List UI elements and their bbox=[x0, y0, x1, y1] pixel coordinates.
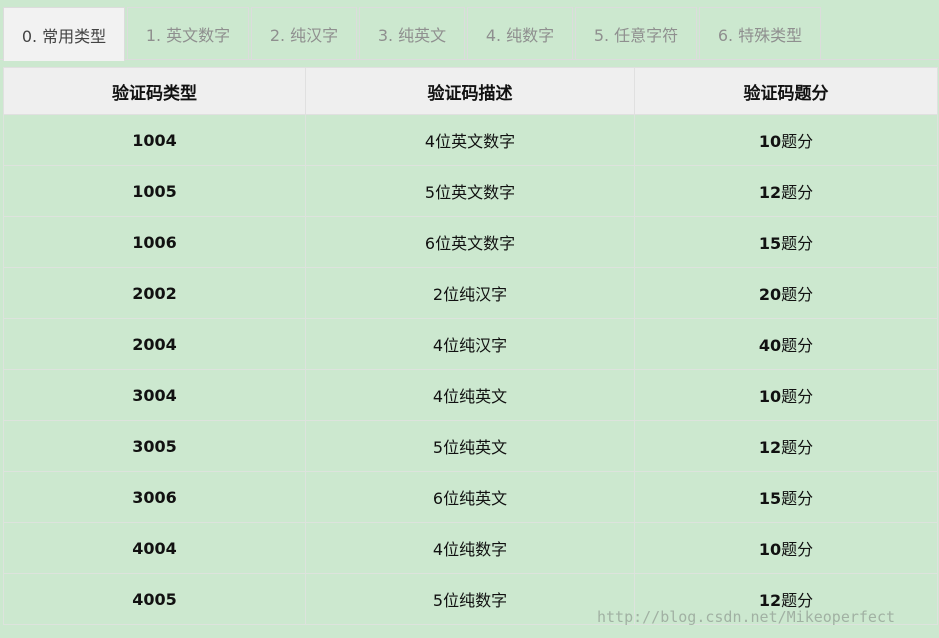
table-row: 3004 4位纯英文 10题分 bbox=[3, 369, 938, 421]
cell-score: 10题分 bbox=[634, 114, 938, 166]
score-value: 40 bbox=[758, 336, 782, 355]
cell-description: 5位英文数字 bbox=[305, 165, 635, 217]
score-unit: 题分 bbox=[781, 132, 814, 151]
cell-score: 15题分 bbox=[634, 471, 938, 523]
cell-code: 2002 bbox=[3, 267, 306, 319]
tab-common-types[interactable]: 0. 常用类型 bbox=[3, 7, 125, 61]
cell-code: 4004 bbox=[3, 522, 306, 574]
cell-score: 12题分 bbox=[634, 420, 938, 472]
score-unit: 题分 bbox=[781, 489, 814, 508]
tab-pure-digits[interactable]: 4. 纯数字 bbox=[467, 7, 573, 59]
score-value: 20 bbox=[758, 285, 782, 304]
score-unit: 题分 bbox=[781, 540, 814, 559]
cell-code: 3006 bbox=[3, 471, 306, 523]
score-value: 12 bbox=[758, 183, 782, 202]
table-row: 1006 6位英文数字 15题分 bbox=[3, 216, 938, 268]
score-unit: 题分 bbox=[781, 336, 814, 355]
score-value: 10 bbox=[758, 132, 782, 151]
cell-description: 5位纯英文 bbox=[305, 420, 635, 472]
cell-description: 5位纯数字 bbox=[305, 573, 635, 625]
tab-bar: 0. 常用类型 1. 英文数字 2. 纯汉字 3. 纯英文 4. 纯数字 5. … bbox=[0, 0, 939, 61]
column-header-type: 验证码类型 bbox=[3, 67, 306, 115]
cell-code: 3004 bbox=[3, 369, 306, 421]
table-row: 3006 6位纯英文 15题分 bbox=[3, 471, 938, 523]
cell-description: 4位纯英文 bbox=[305, 369, 635, 421]
cell-description: 6位纯英文 bbox=[305, 471, 635, 523]
tab-pure-english[interactable]: 3. 纯英文 bbox=[359, 7, 465, 59]
table-row: 2002 2位纯汉字 20题分 bbox=[3, 267, 938, 319]
cell-description: 4位纯汉字 bbox=[305, 318, 635, 370]
cell-code: 4005 bbox=[3, 573, 306, 625]
score-value: 15 bbox=[758, 234, 782, 253]
cell-score: 10题分 bbox=[634, 522, 938, 574]
score-unit: 题分 bbox=[781, 438, 814, 457]
table-row: 1005 5位英文数字 12题分 bbox=[3, 165, 938, 217]
table-row: 3005 5位纯英文 12题分 bbox=[3, 420, 938, 472]
tab-any-characters[interactable]: 5. 任意字符 bbox=[575, 7, 697, 59]
cell-description: 2位纯汉字 bbox=[305, 267, 635, 319]
score-value: 12 bbox=[758, 438, 782, 457]
cell-code: 1005 bbox=[3, 165, 306, 217]
score-value: 10 bbox=[758, 387, 782, 406]
cell-code: 1004 bbox=[3, 114, 306, 166]
score-value: 15 bbox=[758, 489, 782, 508]
cell-score: 10题分 bbox=[634, 369, 938, 421]
table-row: 4004 4位纯数字 10题分 bbox=[3, 522, 938, 574]
cell-score: 15题分 bbox=[634, 216, 938, 268]
score-value: 10 bbox=[758, 540, 782, 559]
table-header-row: 验证码类型 验证码描述 验证码题分 bbox=[3, 67, 938, 115]
cell-score: 12题分 bbox=[634, 165, 938, 217]
cell-code: 3005 bbox=[3, 420, 306, 472]
tab-pure-chinese[interactable]: 2. 纯汉字 bbox=[251, 7, 357, 59]
table-row: 1004 4位英文数字 10题分 bbox=[3, 114, 938, 166]
tab-alphanumeric[interactable]: 1. 英文数字 bbox=[127, 7, 249, 59]
cell-description: 6位英文数字 bbox=[305, 216, 635, 268]
captcha-type-table: 验证码类型 验证码描述 验证码题分 1004 4位英文数字 10题分 1005 … bbox=[3, 67, 938, 625]
column-header-description: 验证码描述 bbox=[305, 67, 635, 115]
column-header-score: 验证码题分 bbox=[634, 67, 938, 115]
cell-description: 4位纯数字 bbox=[305, 522, 635, 574]
cell-code: 2004 bbox=[3, 318, 306, 370]
score-unit: 题分 bbox=[781, 285, 814, 304]
tab-special-types[interactable]: 6. 特殊类型 bbox=[699, 7, 821, 59]
score-unit: 题分 bbox=[781, 234, 814, 253]
cell-code: 1006 bbox=[3, 216, 306, 268]
score-unit: 题分 bbox=[781, 183, 814, 202]
cell-score: 20题分 bbox=[634, 267, 938, 319]
watermark-text: http://blog.csdn.net/Mikeoperfect bbox=[597, 608, 896, 626]
cell-description: 4位英文数字 bbox=[305, 114, 635, 166]
score-unit: 题分 bbox=[781, 387, 814, 406]
cell-score: 40题分 bbox=[634, 318, 938, 370]
table-row: 2004 4位纯汉字 40题分 bbox=[3, 318, 938, 370]
